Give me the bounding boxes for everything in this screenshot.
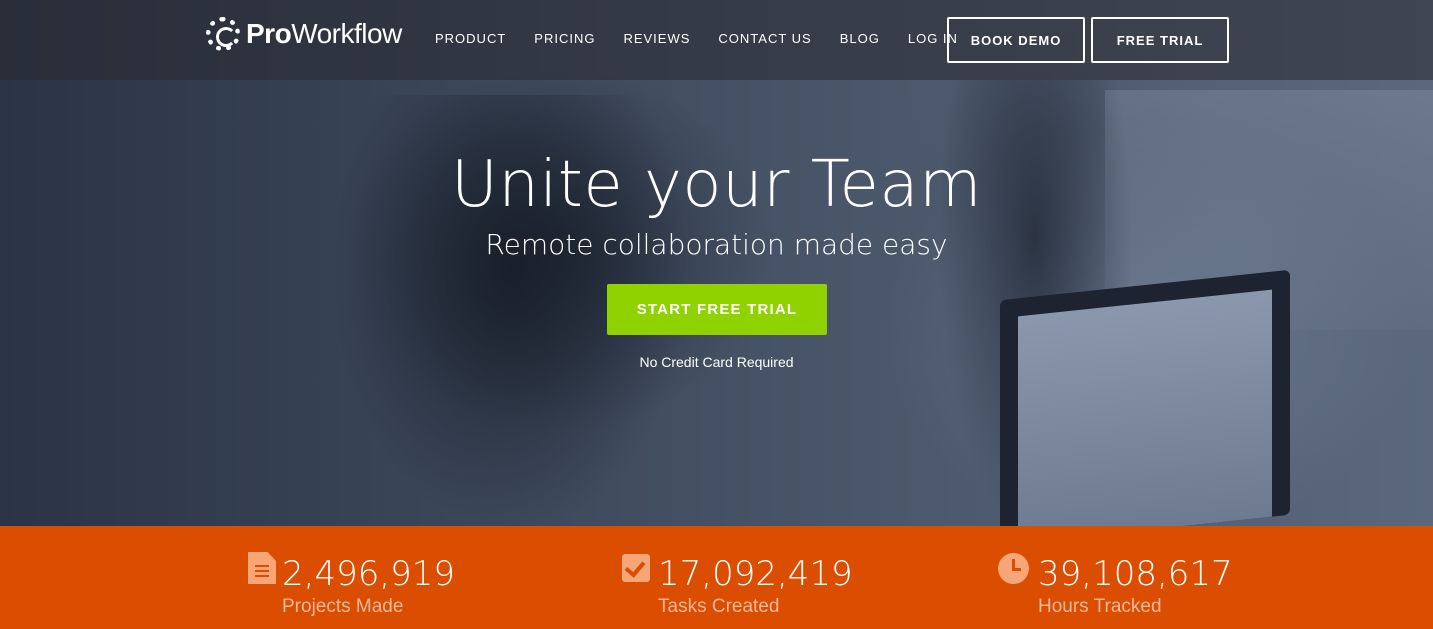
stat-value: 17,092,419 <box>658 554 853 594</box>
stat-value: 39,108,617 <box>1038 554 1233 594</box>
checkbox-icon <box>622 554 650 582</box>
nav-blog[interactable]: BLOG <box>840 31 880 46</box>
stat-value: 2,496,919 <box>282 554 456 594</box>
nav-product[interactable]: PRODUCT <box>435 31 506 46</box>
stat-label: Tasks Created <box>658 596 780 617</box>
gear-logo-icon <box>206 17 240 51</box>
hero-subtitle: Remote collaboration made easy <box>485 228 948 261</box>
free-trial-button[interactable]: FREE TRIAL <box>1091 17 1229 63</box>
no-credit-card-note: No Credit Card Required <box>639 354 794 370</box>
book-demo-button[interactable]: BOOK DEMO <box>947 17 1085 63</box>
background-monitor <box>1000 269 1290 526</box>
nav-reviews[interactable]: REVIEWS <box>623 31 690 46</box>
hero-section: ProWorkflow PRODUCT PRICING REVIEWS CONT… <box>0 0 1433 526</box>
logo-text: ProWorkflow <box>246 18 402 49</box>
start-free-trial-button[interactable]: START FREE TRIAL <box>607 284 827 335</box>
document-icon <box>248 552 276 584</box>
stat-label: Projects Made <box>282 596 404 617</box>
stat-label: Hours Tracked <box>1038 596 1162 617</box>
clock-icon <box>998 553 1029 584</box>
nav-contact-us[interactable]: CONTACT US <box>718 31 811 46</box>
main-nav: PRODUCT PRICING REVIEWS CONTACT US BLOG … <box>435 31 986 46</box>
hero-title: Unite your Team <box>451 148 982 222</box>
stats-bar: 2,496,919 Projects Made 17,092,419 Tasks… <box>0 526 1433 629</box>
logo[interactable]: ProWorkflow <box>206 17 402 51</box>
nav-pricing[interactable]: PRICING <box>534 31 595 46</box>
